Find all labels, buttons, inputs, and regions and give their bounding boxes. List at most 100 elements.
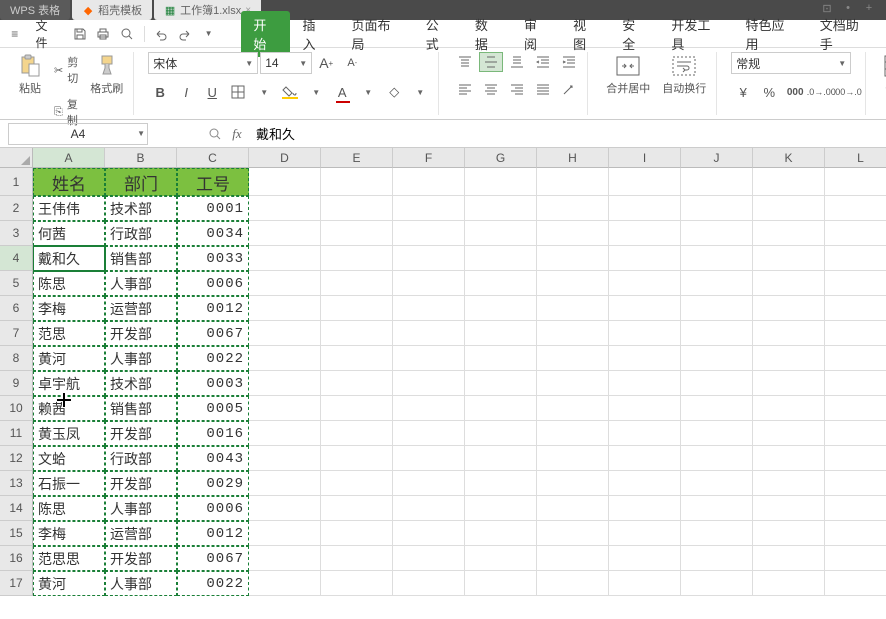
cell[interactable]	[393, 271, 465, 296]
cell[interactable]	[465, 321, 537, 346]
ribbon-tab-insert[interactable]: 插入	[290, 11, 339, 57]
cell[interactable]: 李梅	[33, 521, 105, 546]
cell[interactable]: 0003	[177, 371, 249, 396]
cell[interactable]	[753, 521, 825, 546]
col-header-a[interactable]: A	[33, 148, 105, 168]
cell[interactable]	[321, 496, 393, 521]
cell[interactable]	[825, 421, 886, 446]
format-painter-button[interactable]: 格式刷	[86, 52, 127, 130]
cell[interactable]	[537, 571, 609, 596]
cell[interactable]	[753, 296, 825, 321]
cell[interactable]	[465, 521, 537, 546]
cell[interactable]: 部门	[105, 168, 177, 196]
cell[interactable]	[249, 168, 321, 196]
cell[interactable]	[753, 346, 825, 371]
cell[interactable]	[249, 296, 321, 321]
cell[interactable]	[393, 396, 465, 421]
cell[interactable]	[609, 371, 681, 396]
comma-button[interactable]: 000	[783, 82, 807, 102]
cell[interactable]	[321, 546, 393, 571]
row-header[interactable]: 7	[0, 321, 33, 346]
cell[interactable]: 0067	[177, 321, 249, 346]
fill-color-button[interactable]	[278, 82, 302, 102]
cell[interactable]	[609, 246, 681, 271]
cut-button[interactable]: ✂ 剪切	[50, 52, 82, 88]
cell[interactable]	[825, 221, 886, 246]
cell[interactable]	[681, 271, 753, 296]
cell[interactable]	[825, 571, 886, 596]
ribbon-tab-security[interactable]: 安全	[610, 11, 659, 57]
cell[interactable]	[537, 471, 609, 496]
cell[interactable]: 陈思	[33, 496, 105, 521]
cell[interactable]	[825, 196, 886, 221]
cell[interactable]: 0001	[177, 196, 249, 221]
template-tab[interactable]: ◆ 稻壳模板	[72, 0, 152, 20]
cell[interactable]	[393, 296, 465, 321]
align-bottom-button[interactable]	[505, 52, 529, 72]
cell[interactable]	[465, 246, 537, 271]
cell[interactable]	[825, 346, 886, 371]
cell[interactable]	[681, 371, 753, 396]
cell[interactable]	[681, 196, 753, 221]
cell[interactable]	[825, 168, 886, 196]
cell[interactable]	[393, 446, 465, 471]
cell[interactable]	[753, 371, 825, 396]
ribbon-tab-review[interactable]: 审阅	[512, 11, 561, 57]
cell[interactable]	[753, 196, 825, 221]
row-header[interactable]: 2	[0, 196, 33, 221]
cell[interactable]: 开发部	[105, 546, 177, 571]
increase-font-button[interactable]: A+	[314, 53, 338, 73]
cell[interactable]	[465, 196, 537, 221]
ribbon-tab-developer[interactable]: 开发工具	[659, 11, 733, 57]
row-header[interactable]: 4	[0, 246, 33, 271]
cell[interactable]: 黄河	[33, 346, 105, 371]
cell[interactable]	[321, 371, 393, 396]
decrease-indent-button[interactable]	[531, 52, 555, 72]
cell[interactable]	[465, 296, 537, 321]
increase-indent-button[interactable]	[557, 52, 581, 72]
cell[interactable]: 0022	[177, 571, 249, 596]
redo-icon[interactable]	[174, 24, 196, 44]
cell[interactable]	[825, 321, 886, 346]
cell[interactable]	[465, 346, 537, 371]
cell[interactable]: 运营部	[105, 521, 177, 546]
merge-center-button[interactable]: 合并居中	[602, 52, 654, 98]
cell[interactable]	[609, 521, 681, 546]
paste-button[interactable]: 粘贴	[14, 52, 46, 130]
col-header-f[interactable]: F	[393, 148, 465, 168]
ribbon-tab-formula[interactable]: 公式	[414, 11, 463, 57]
cell[interactable]	[753, 546, 825, 571]
cell[interactable]	[825, 471, 886, 496]
fill-dropdown[interactable]: ▼	[304, 82, 328, 102]
cell[interactable]	[537, 296, 609, 321]
cell[interactable]: 0006	[177, 496, 249, 521]
col-header-d[interactable]: D	[249, 148, 321, 168]
hamburger-icon[interactable]: ≡	[4, 24, 26, 44]
cell[interactable]	[249, 321, 321, 346]
row-header[interactable]: 1	[0, 168, 33, 196]
col-header-i[interactable]: I	[609, 148, 681, 168]
cell[interactable]	[681, 421, 753, 446]
ribbon-tab-layout[interactable]: 页面布局	[340, 11, 414, 57]
cell[interactable]	[249, 446, 321, 471]
cell[interactable]	[321, 446, 393, 471]
zoom-icon[interactable]	[204, 123, 226, 145]
cell[interactable]: 石振一	[33, 471, 105, 496]
cell[interactable]	[609, 496, 681, 521]
cell[interactable]	[249, 271, 321, 296]
cell[interactable]	[753, 571, 825, 596]
cell[interactable]	[537, 446, 609, 471]
ribbon-tab-feature[interactable]: 特色应用	[734, 11, 808, 57]
cell[interactable]: 运营部	[105, 296, 177, 321]
cell[interactable]	[753, 168, 825, 196]
align-middle-button[interactable]	[479, 52, 503, 72]
cell[interactable]	[681, 246, 753, 271]
cell[interactable]	[681, 446, 753, 471]
number-format-select[interactable]: 常规 ▼	[731, 52, 851, 74]
cell[interactable]	[753, 271, 825, 296]
col-header-h[interactable]: H	[537, 148, 609, 168]
cell[interactable]	[393, 221, 465, 246]
cell[interactable]	[681, 296, 753, 321]
cell[interactable]	[609, 421, 681, 446]
cell[interactable]: 0067	[177, 546, 249, 571]
